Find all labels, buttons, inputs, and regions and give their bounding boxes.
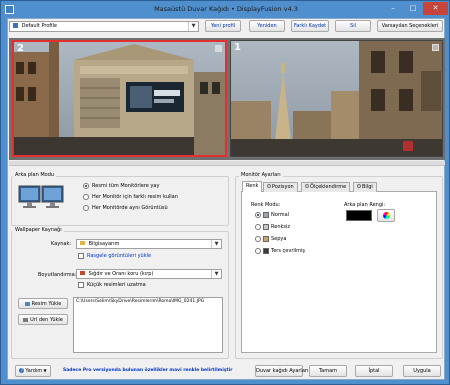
help-icon: ?: [19, 368, 25, 373]
image-icon: [24, 301, 30, 306]
color-mode-label: Renk Modu:: [251, 202, 281, 208]
delete-button[interactable]: Sil: [335, 20, 371, 32]
new-profile-button[interactable]: Yeni profil: [205, 20, 241, 32]
save-as-button[interactable]: Farklı Kaydet: [291, 20, 329, 32]
tab-scaling-label: Ölçeklendirme: [310, 184, 347, 190]
color-wheel-icon: [382, 212, 390, 219]
profile-value: Default Profile: [21, 23, 57, 29]
tab-info-radio: [357, 184, 361, 188]
color-inverted-radio[interactable]: [255, 248, 261, 254]
load-url-button[interactable]: Url den Yükle: [18, 314, 68, 325]
monitor-1-select-checkbox[interactable]: [432, 44, 439, 51]
sizing-select[interactable]: Sığdır ve Oranı koru (kırp) ▼: [76, 269, 222, 279]
tab-info-label: Bilgi: [362, 184, 373, 190]
tab-position-radio: [267, 184, 271, 188]
source-group-label: Wallpaper Kaynağı: [13, 227, 64, 233]
minimize-button[interactable]: –: [383, 2, 403, 15]
color-normal-swatch: [263, 212, 269, 218]
tab-info[interactable]: Bilgi: [353, 182, 377, 192]
tab-scaling[interactable]: Ölçeklendirme: [301, 182, 351, 192]
chevron-down-icon: ▼: [211, 240, 221, 248]
image-path-item[interactable]: C:\Users\Selim\SkyDrive\Resimlerim\Roma\…: [76, 299, 204, 304]
mode-per-monitor-label: Her Monitör için farklı resim kullan: [92, 194, 178, 200]
color-normal-radio[interactable]: [255, 212, 261, 218]
preview-splitter[interactable]: [9, 161, 445, 166]
maximize-button[interactable]: □: [403, 2, 423, 15]
color-inverted-label: Ters çevrilmiş: [271, 248, 306, 254]
shrink-label: Küçük resimleri uzatma: [87, 282, 146, 288]
mode-span-radio[interactable]: [83, 183, 89, 189]
image-list[interactable]: C:\Users\Selim\SkyDrive\Resimlerim\Roma\…: [73, 297, 223, 353]
color-grayscale-label: Renksiz: [271, 224, 291, 230]
default-options-button[interactable]: Varsayılan Seçenekleri: [377, 20, 443, 32]
color-normal-label: Normal: [271, 212, 290, 218]
link-icon: [23, 317, 29, 322]
color-sepia-radio[interactable]: [255, 236, 261, 242]
load-image-label: Resim Yükle: [31, 301, 62, 307]
app-window: Masaüstü Duvar Kağıdı • DisplayFusion v4…: [0, 0, 450, 385]
monitor-2-select-checkbox[interactable]: [215, 45, 222, 52]
bg-color-preview: [346, 210, 372, 221]
sizing-label: Boyutlandırma:: [38, 272, 77, 278]
help-button[interactable]: ? Yardım ▼: [15, 365, 51, 377]
tab-position-label: Pozisyon: [272, 184, 294, 190]
color-picker-button[interactable]: [377, 209, 395, 222]
bg-color-label: Arka plan Rengi:: [344, 202, 386, 208]
profile-select[interactable]: Default Profile ▼: [9, 21, 199, 32]
source-value: Bilgisayarım: [88, 241, 120, 247]
source-label: Kaynak:: [51, 241, 72, 247]
random-images-link[interactable]: Rasgele görüntüleri yükle: [87, 253, 151, 259]
monitor-2-number: 2: [17, 43, 24, 54]
mode-same-radio[interactable]: [83, 205, 89, 211]
pro-notice: Sadece Pro versiyonda bulunan özellikler…: [63, 368, 233, 373]
help-label: Yardım: [25, 368, 43, 374]
sizing-value: Sığdır ve Oranı koru (kırp): [88, 271, 154, 277]
title-bar: Masaüstü Duvar Kağıdı • DisplayFusion v4…: [1, 1, 450, 18]
mode-per-monitor-radio[interactable]: [83, 194, 89, 200]
monitor-settings-group-label: Monitör Ayarları: [239, 172, 283, 178]
color-sepia-swatch: [263, 236, 269, 242]
chevron-down-icon: ▼: [188, 22, 198, 31]
tab-position[interactable]: Pozisyon: [263, 182, 298, 192]
chevron-down-icon: ▼: [211, 270, 221, 278]
apply-button[interactable]: Uygula: [403, 365, 441, 377]
monitor-1-number: 1: [234, 42, 241, 53]
mode-span-label: Resmi tüm Monitörlere yay: [92, 183, 160, 189]
tab-scaling-radio: [305, 184, 309, 188]
monitor-1[interactable]: 1: [230, 40, 443, 157]
load-image-button[interactable]: Resim Yükle: [18, 298, 68, 309]
random-images-checkbox[interactable]: [78, 253, 84, 259]
tab-color[interactable]: Renk: [242, 181, 263, 192]
close-button[interactable]: ✕: [423, 2, 448, 15]
chevron-down-icon: ▼: [42, 368, 47, 373]
wallpaper-image-left: [14, 42, 225, 155]
folder-icon: [80, 241, 85, 245]
wallpaper-settings-button[interactable]: Duvar kağıdı Ayarları: [255, 365, 308, 377]
rename-button[interactable]: Yeniden: [249, 20, 285, 32]
source-select[interactable]: Bilgisayarım ▼: [76, 239, 222, 249]
ok-button[interactable]: Tamam: [309, 365, 347, 377]
load-url-label: Url den Yükle: [30, 317, 63, 323]
cancel-button[interactable]: İptal: [355, 365, 393, 377]
color-inverted-swatch: [263, 248, 269, 254]
wallpaper-image-right: [231, 41, 442, 156]
color-grayscale-radio[interactable]: [255, 224, 261, 230]
color-sepia-label: Sepya: [271, 236, 287, 242]
sizing-icon: [80, 271, 85, 275]
shrink-checkbox[interactable]: [78, 282, 84, 288]
mode-same-label: Her Monitörde aynı Görüntüsü: [92, 205, 168, 211]
monitor-2[interactable]: 2: [12, 40, 227, 157]
monitors-icon: [17, 184, 65, 216]
profile-icon: [13, 23, 18, 28]
color-grayscale-swatch: [263, 224, 269, 230]
monitor-preview: 2 1: [9, 38, 445, 160]
bg-mode-group-label: Arka plan Modu: [13, 172, 57, 178]
